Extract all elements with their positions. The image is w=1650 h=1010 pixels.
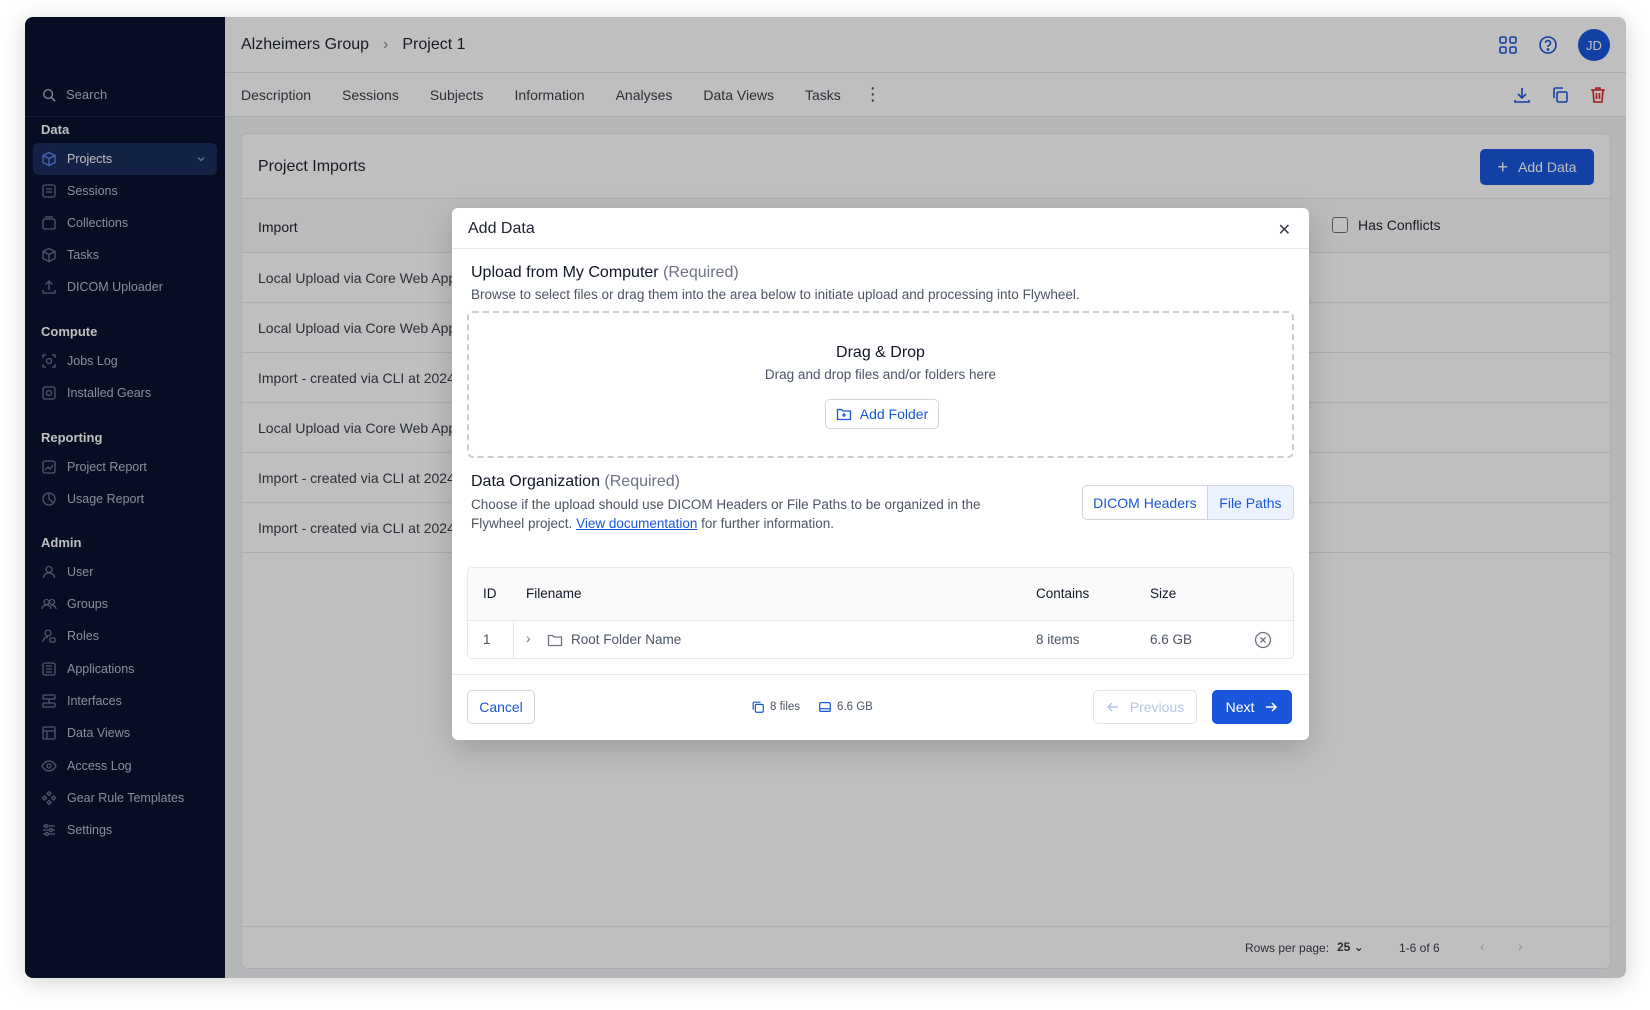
total-size-stat: 6.6 GB (818, 700, 873, 714)
folder-plus-icon (836, 408, 851, 421)
org-required-label: (Required) (604, 473, 681, 490)
modal-title: Add Data (468, 220, 535, 237)
add-data-modal: Add Data ✕ Upload from My Computer (Requ… (452, 208, 1309, 740)
next-button[interactable]: Next (1212, 690, 1292, 724)
column-filename: Filename (526, 586, 582, 601)
files-icon (752, 701, 764, 713)
org-desc-pre: Flywheel project. (471, 516, 573, 531)
modal-header: Add Data ✕ (452, 208, 1309, 249)
upload-summary: 8 files 6.6 GB (751, 700, 891, 714)
file-paths-option[interactable]: File Paths (1207, 486, 1293, 519)
org-desc-line-2: Flywheel project. View documentation for… (471, 514, 981, 533)
drop-zone[interactable]: Drag & Drop Drag and drop files and/or f… (467, 311, 1294, 458)
next-label: Next (1225, 699, 1255, 715)
organization-section-title: Data Organization (Required) (471, 473, 680, 491)
row-id: 1 (483, 632, 491, 647)
close-icon[interactable]: ✕ (1278, 220, 1291, 240)
upload-title-text: Upload from My Computer (471, 264, 659, 281)
folder-icon (547, 634, 563, 647)
table-row[interactable]: 1 › Root Folder Name 8 items 6.6 GB (468, 621, 1293, 658)
arrow-right-icon (1266, 702, 1278, 712)
column-contains: Contains (1036, 586, 1090, 601)
id-cell (468, 621, 514, 658)
dicom-headers-option[interactable]: DICOM Headers (1083, 486, 1208, 519)
file-count-stat: 8 files (751, 700, 800, 714)
upload-section-title: Upload from My Computer (Required) (471, 264, 739, 282)
column-size: Size (1150, 586, 1177, 601)
files-count: 8 files (770, 701, 801, 713)
column-id: ID (483, 586, 497, 601)
upload-description: Browse to select files or drag them into… (471, 287, 1080, 302)
organization-toggle: DICOM Headers File Paths (1082, 485, 1294, 520)
org-desc-post: for further information. (701, 516, 834, 531)
chevron-right-icon[interactable]: › (526, 631, 531, 646)
row-filename: Root Folder Name (571, 632, 682, 647)
org-title-text: Data Organization (471, 473, 600, 490)
files-table: ID Filename Contains Size 1 › Root Folde… (467, 567, 1294, 659)
organization-description: Choose if the upload should use DICOM He… (471, 495, 981, 533)
arrow-left-icon (1106, 702, 1118, 712)
previous-button[interactable]: Previous (1093, 690, 1197, 724)
drive-icon (819, 702, 831, 712)
add-folder-button[interactable]: Add Folder (825, 399, 939, 429)
view-documentation-link[interactable]: View documentation (576, 516, 697, 531)
modal-footer: Cancel 8 files 6.6 GB Previous Next (452, 674, 1309, 740)
total-size: 6.6 GB (837, 701, 873, 713)
drop-zone-subtitle: Drag and drop files and/or folders here (764, 367, 997, 382)
org-desc-line-1: Choose if the upload should use DICOM He… (471, 497, 981, 512)
remove-circle-icon[interactable] (1254, 631, 1272, 649)
upload-required-label: (Required) (663, 264, 739, 281)
row-size: 6.6 GB (1150, 632, 1193, 647)
add-folder-label: Add Folder (859, 406, 929, 422)
drop-zone-title: Drag & Drop (836, 344, 925, 361)
row-contains: 8 items (1036, 632, 1080, 647)
files-table-header: ID Filename Contains Size (468, 568, 1293, 621)
previous-label: Previous (1129, 699, 1185, 715)
cancel-button[interactable]: Cancel (467, 690, 535, 724)
